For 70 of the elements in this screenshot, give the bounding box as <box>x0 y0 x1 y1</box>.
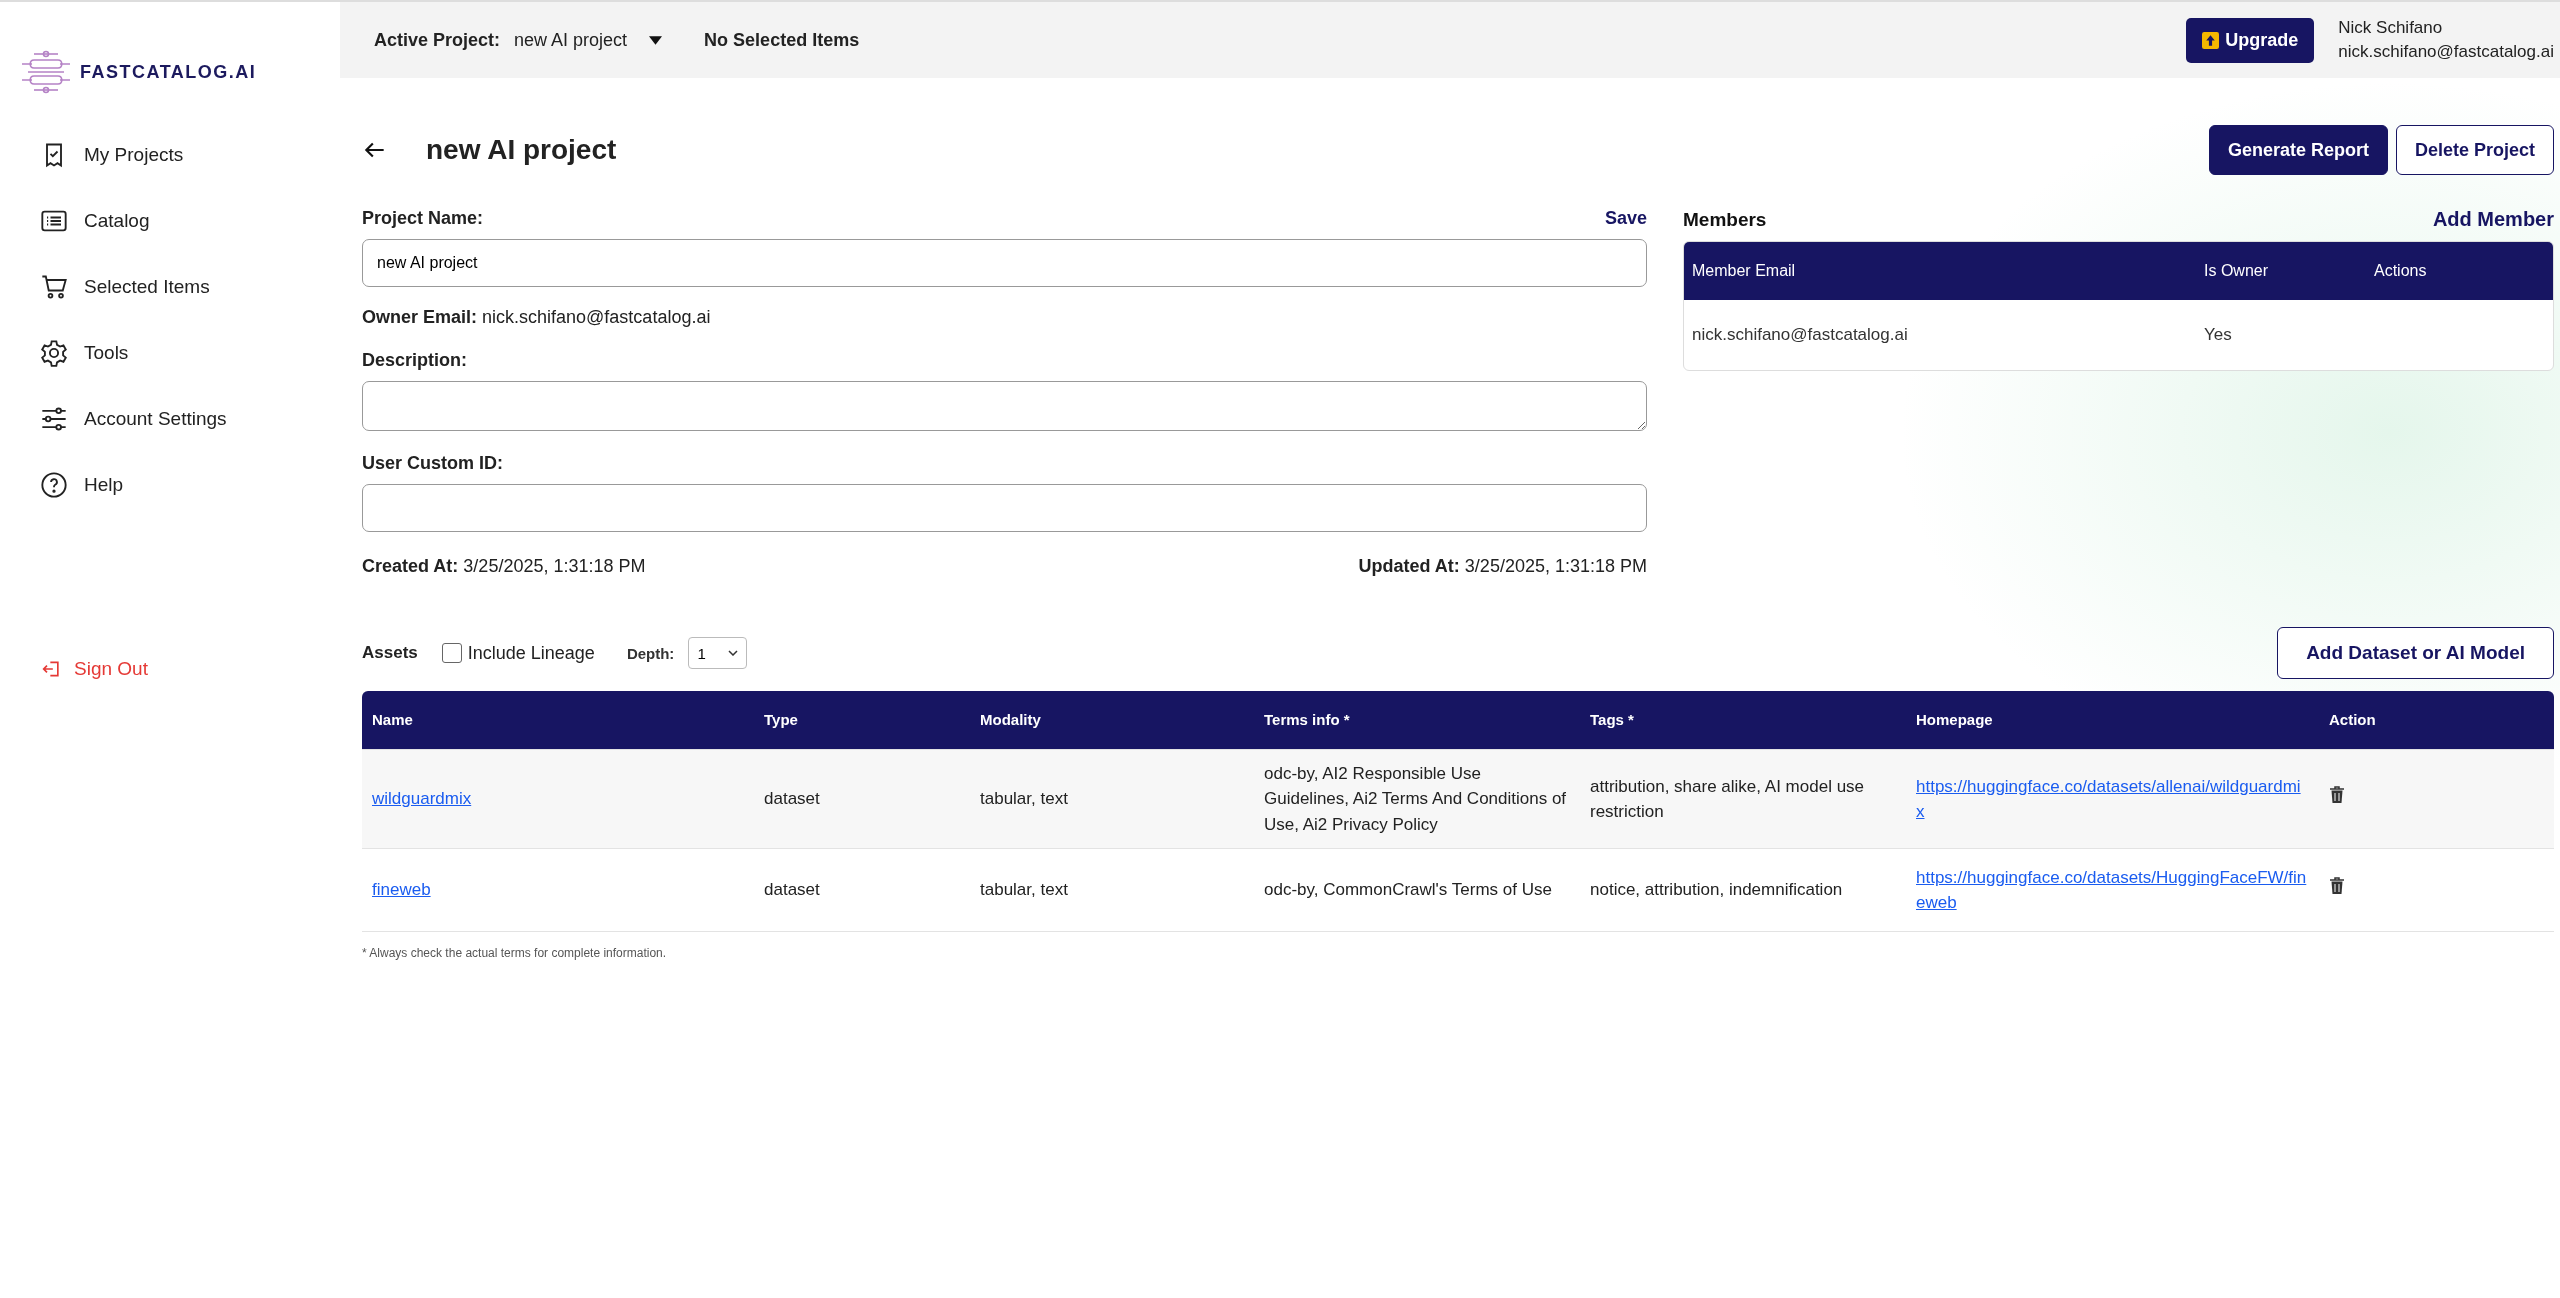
column-header: Type <box>763 709 799 730</box>
sidebar-item[interactable]: Tools <box>20 320 300 386</box>
column-header: Name <box>371 709 414 730</box>
logo-text: FASTCATALOG.AI <box>80 61 257 83</box>
assets-heading: Assets <box>362 643 418 663</box>
sidebar-item[interactable]: My Projects <box>20 122 300 188</box>
chevron-down-icon <box>727 650 738 656</box>
asset-name-link[interactable]: wildguardmix <box>372 789 472 809</box>
table-cell-text: odc-by, AI2 Responsible Use Guidelines, Ai2 Terms And Conditions of Use, Ai2 Privacy Policy <box>1263 762 1568 836</box>
save-link[interactable]: Save <box>1604 208 1647 229</box>
depth-select[interactable]: 1 <box>688 637 747 669</box>
table-cell-text: Yes <box>2204 325 2233 345</box>
trash-icon[interactable] <box>2329 786 2345 805</box>
field-label: Description: <box>362 350 468 371</box>
table-cell-text: odc-by, CommonCrawl's Terms of Use <box>1263 879 1553 902</box>
column-header: Tags * <box>1589 709 1635 730</box>
add-member-link[interactable]: Add Member <box>2432 208 2554 231</box>
owner-email: Owner Email: nick.schifano@fastcatalog.ai <box>362 307 712 328</box>
upgrade-button[interactable]: Upgrade <box>2186 17 2315 63</box>
column-header: Homepage <box>1915 709 1994 730</box>
project-title: new AI project <box>426 134 617 166</box>
column-header: Member Email <box>1692 262 1797 280</box>
table-cell-text: attribution, share alike, AI model use restriction <box>1589 775 1866 823</box>
sidebar-item[interactable]: Account Settings <box>20 386 300 452</box>
sign-out-icon <box>42 659 62 679</box>
selection-status: No Selected Items <box>704 29 860 51</box>
user-name: Nick Schifano <box>2338 17 2444 40</box>
logo-icon <box>20 50 72 94</box>
generate-report-button[interactable]: Generate Report <box>2208 125 2388 175</box>
cart-icon <box>40 273 68 301</box>
field-label: Project Name: <box>362 208 484 229</box>
delete-project-button[interactable]: Delete Project <box>2395 125 2554 175</box>
column-header: Terms info * <box>1263 709 1351 730</box>
include-lineage-checkbox[interactable] <box>441 643 462 663</box>
checkbox-label: Include Lineage <box>467 642 595 664</box>
settings-icon <box>40 339 68 367</box>
updated-at: Updated At: 3/25/2025, 1:31:18 PM <box>1358 556 1647 577</box>
project-dropdown[interactable]: new AI project <box>510 25 667 55</box>
sliders-icon <box>40 405 68 433</box>
asset-name-link[interactable]: fineweb <box>372 880 431 900</box>
add-dataset-button[interactable]: Add Dataset or AI Model <box>2277 627 2554 679</box>
depth-label: Depth: <box>626 644 675 662</box>
sidebar-item[interactable]: Catalog <box>20 188 300 254</box>
custom-id-field[interactable] <box>362 484 1647 532</box>
user-email: nick.schifano@fastcatalog.ai <box>2338 41 2554 63</box>
field-label: User Custom ID: <box>362 453 505 474</box>
caret-icon <box>649 35 663 45</box>
column-header: Modality <box>979 709 1042 730</box>
column-header: Is Owner <box>2204 262 2269 280</box>
members-heading: Members <box>1683 208 1767 231</box>
sidebar-item[interactable]: Selected Items <box>20 254 300 320</box>
table-cell-text: dataset <box>763 879 821 902</box>
trash-icon[interactable] <box>2329 877 2345 896</box>
created-at: Created At: 3/25/2025, 1:31:18 PM <box>362 556 646 577</box>
sign-out-link[interactable]: Sign Out <box>20 658 148 680</box>
project-name-field[interactable]: new AI project <box>362 239 1647 287</box>
description-field[interactable] <box>362 381 1647 431</box>
homepage-link[interactable]: https://huggingface.co/datasets/allenai/wildguardmix <box>1916 773 2309 825</box>
column-header: Action <box>2328 709 2377 730</box>
table-cell-text: notice, attribution, indemnification <box>1589 879 1844 902</box>
sidebar-item[interactable]: Help <box>20 452 300 518</box>
active-project-label: Active Project: <box>374 29 501 51</box>
table-cell-text: dataset <box>763 788 821 811</box>
help-icon <box>40 471 68 499</box>
table-cell-text: nick.schifano@fastcatalog.ai <box>1692 325 1909 345</box>
table-cell-text: tabular, text <box>979 788 1069 811</box>
homepage-link[interactable]: https://huggingface.co/datasets/HuggingFaceFW/fineweb <box>1916 864 2309 916</box>
table-cell-text: tabular, text <box>979 879 1069 902</box>
column-header: Actions <box>2374 262 2428 280</box>
footnote: * Always check the actual terms for complete information. <box>362 946 668 960</box>
